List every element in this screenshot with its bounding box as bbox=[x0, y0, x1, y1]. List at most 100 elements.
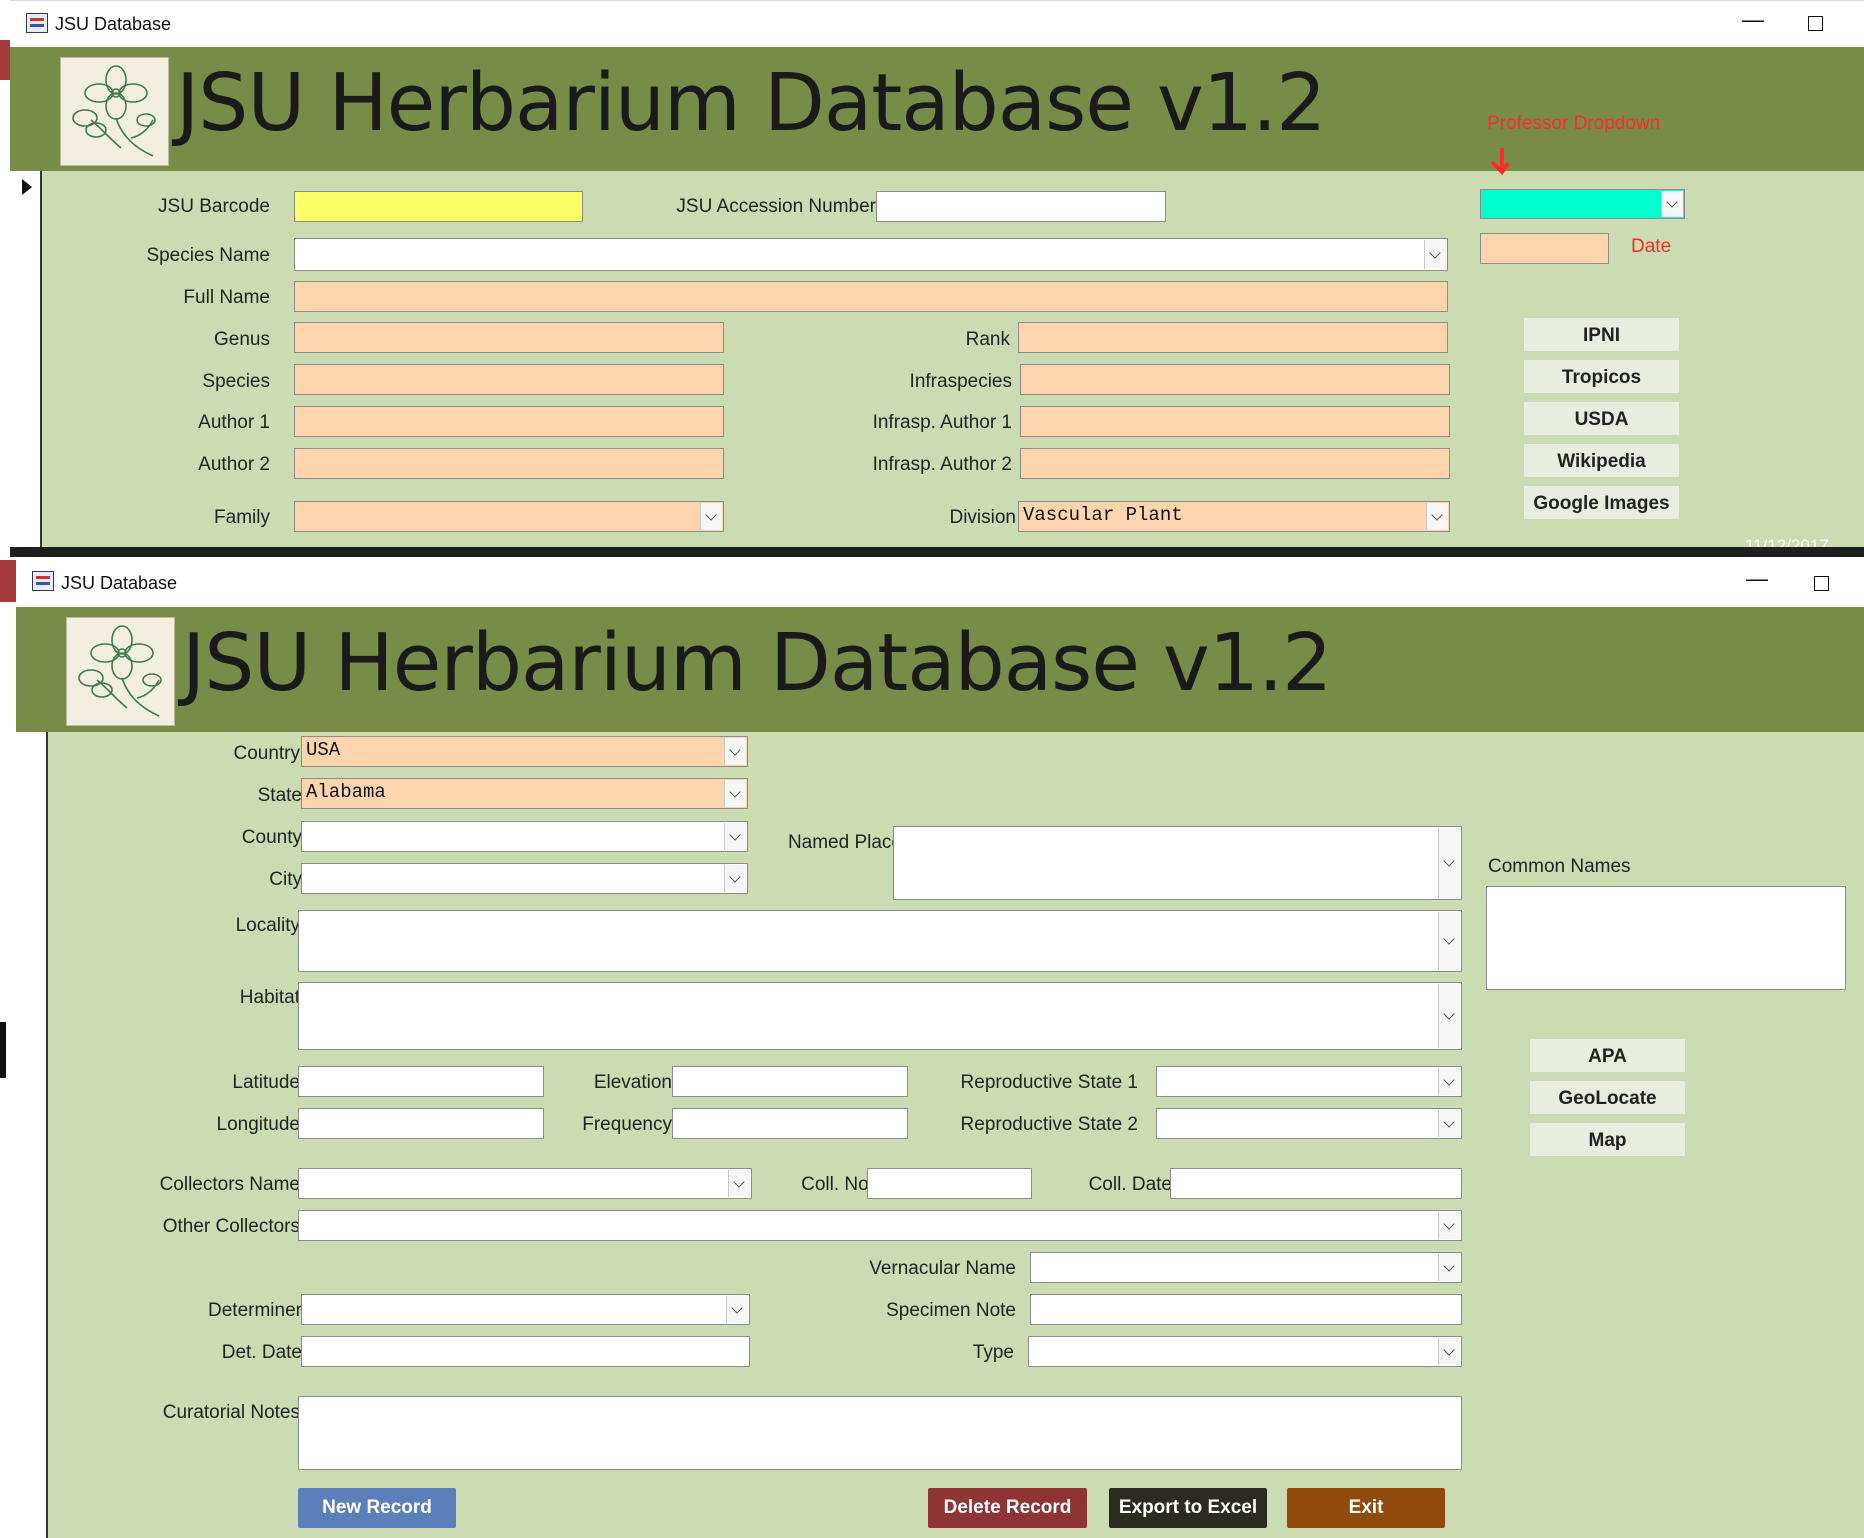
repro2-label: Reproductive State 2 bbox=[960, 1114, 1138, 1135]
division-value: Vascular Plant bbox=[1023, 504, 1183, 526]
chevron-down-icon[interactable] bbox=[724, 865, 746, 892]
author2-field[interactable] bbox=[294, 448, 724, 479]
curatorial-notes-field[interactable] bbox=[298, 1396, 1462, 1470]
maximize-button[interactable] bbox=[1808, 16, 1823, 31]
coll-date-label: Coll. Date bbox=[1088, 1174, 1172, 1195]
other-collectors-combo[interactable] bbox=[298, 1210, 1462, 1241]
collectors-name-combo[interactable] bbox=[298, 1168, 752, 1199]
specimen-note-field[interactable] bbox=[1030, 1294, 1462, 1325]
habitat-field[interactable] bbox=[298, 982, 1462, 1050]
rank-field[interactable] bbox=[1018, 322, 1448, 353]
coll-date-field[interactable] bbox=[1170, 1168, 1462, 1199]
record-selector[interactable] bbox=[10, 171, 42, 557]
professor-dropdown[interactable] bbox=[1480, 189, 1685, 219]
longitude-field[interactable] bbox=[298, 1108, 544, 1139]
named-place-field[interactable] bbox=[893, 826, 1462, 900]
infrasp-author2-field[interactable] bbox=[1020, 448, 1450, 479]
chevron-down-icon[interactable] bbox=[726, 1296, 748, 1323]
coll-no-field[interactable] bbox=[867, 1168, 1032, 1199]
minimize-button[interactable]: — bbox=[1742, 9, 1764, 31]
species-name-combo[interactable] bbox=[294, 238, 1448, 271]
elevation-field[interactable] bbox=[672, 1066, 908, 1097]
genus-field[interactable] bbox=[294, 322, 724, 353]
usda-button[interactable]: USDA bbox=[1523, 401, 1680, 436]
chevron-down-icon[interactable] bbox=[1661, 191, 1683, 217]
wikipedia-button[interactable]: Wikipedia bbox=[1523, 443, 1680, 478]
latitude-label: Latitude bbox=[232, 1072, 300, 1093]
state-combo[interactable]: Alabama bbox=[301, 778, 748, 809]
infraspecies-field[interactable] bbox=[1020, 364, 1450, 395]
app-icon bbox=[26, 13, 48, 33]
geolocate-button[interactable]: GeoLocate bbox=[1529, 1080, 1686, 1115]
chevron-down-icon[interactable] bbox=[700, 503, 722, 530]
country-combo[interactable]: USA bbox=[301, 736, 748, 767]
locality-field[interactable] bbox=[298, 910, 1462, 972]
dogwood-logo bbox=[66, 617, 175, 726]
species-name-label: Species Name bbox=[146, 245, 270, 266]
species-label: Species bbox=[202, 371, 270, 392]
division-combo[interactable]: Vascular Plant bbox=[1018, 501, 1450, 532]
chevron-down-icon[interactable] bbox=[1438, 1068, 1460, 1095]
chevron-down-icon[interactable] bbox=[1438, 1212, 1460, 1239]
window-bottom: JSU Database — JSU Herbarium Database v1… bbox=[16, 558, 1864, 1538]
common-names-field[interactable] bbox=[1486, 886, 1846, 990]
chevron-down-icon[interactable] bbox=[1438, 984, 1460, 1048]
export-excel-button[interactable]: Export to Excel bbox=[1109, 1488, 1267, 1528]
country-value: USA bbox=[306, 739, 341, 761]
map-button[interactable]: Map bbox=[1529, 1122, 1686, 1157]
chevron-down-icon[interactable] bbox=[1438, 1338, 1460, 1365]
chevron-down-icon[interactable] bbox=[724, 780, 746, 807]
other-collectors-label: Other Collectors bbox=[162, 1216, 300, 1237]
family-label: Family bbox=[214, 507, 270, 528]
header-banner: JSU Herbarium Database v1.2 bbox=[16, 607, 1864, 732]
apa-button[interactable]: APA bbox=[1529, 1038, 1686, 1073]
full-name-field[interactable] bbox=[294, 281, 1448, 312]
determiner-combo[interactable] bbox=[301, 1294, 750, 1325]
accession-label: JSU Accession Number bbox=[676, 196, 876, 217]
chevron-down-icon[interactable] bbox=[1438, 912, 1460, 970]
record-pointer-icon bbox=[22, 179, 32, 195]
author1-field[interactable] bbox=[294, 406, 724, 437]
repro2-combo[interactable] bbox=[1156, 1108, 1462, 1139]
chevron-down-icon[interactable] bbox=[724, 823, 746, 850]
frequency-field[interactable] bbox=[672, 1108, 908, 1139]
tropicos-button[interactable]: Tropicos bbox=[1523, 359, 1680, 394]
chevron-down-icon[interactable] bbox=[1438, 828, 1460, 898]
type-combo[interactable] bbox=[1028, 1336, 1462, 1367]
delete-record-button[interactable]: Delete Record bbox=[928, 1488, 1087, 1528]
repro1-combo[interactable] bbox=[1156, 1066, 1462, 1097]
det-date-field[interactable] bbox=[301, 1336, 750, 1367]
city-combo[interactable] bbox=[301, 863, 748, 894]
minimize-button[interactable]: — bbox=[1746, 568, 1768, 590]
maximize-button[interactable] bbox=[1814, 576, 1829, 591]
infrasp-author1-field[interactable] bbox=[1020, 406, 1450, 437]
locality-label: Locality bbox=[235, 915, 300, 936]
status-date: 11/12/2017 bbox=[1745, 537, 1829, 547]
chevron-down-icon[interactable] bbox=[1424, 240, 1446, 269]
page-title: JSU Herbarium Database v1.2 bbox=[182, 617, 1332, 709]
det-date-label: Det. Date bbox=[221, 1342, 302, 1363]
chevron-down-icon[interactable] bbox=[724, 738, 746, 765]
chevron-down-icon[interactable] bbox=[728, 1170, 750, 1197]
accession-field[interactable] bbox=[876, 191, 1166, 222]
barcode-field[interactable] bbox=[294, 191, 583, 222]
state-value: Alabama bbox=[306, 781, 386, 803]
app-icon bbox=[32, 571, 54, 591]
google-images-button[interactable]: Google Images bbox=[1523, 485, 1680, 520]
chevron-down-icon[interactable] bbox=[1438, 1254, 1460, 1281]
chevron-down-icon[interactable] bbox=[1438, 1110, 1460, 1137]
county-combo[interactable] bbox=[301, 821, 748, 852]
record-selector[interactable] bbox=[16, 732, 48, 1538]
latitude-field[interactable] bbox=[298, 1066, 544, 1097]
exit-button[interactable]: Exit bbox=[1287, 1488, 1445, 1528]
annotation-arrow-icon bbox=[1490, 148, 1510, 176]
background-window-edge bbox=[0, 1022, 6, 1078]
family-combo[interactable] bbox=[294, 501, 724, 532]
species-field[interactable] bbox=[294, 364, 724, 395]
chevron-down-icon[interactable] bbox=[1426, 503, 1448, 530]
new-record-button[interactable]: New Record bbox=[298, 1488, 456, 1528]
ipni-button[interactable]: IPNI bbox=[1523, 317, 1680, 352]
vernacular-combo[interactable] bbox=[1030, 1252, 1462, 1283]
date-field[interactable] bbox=[1480, 233, 1609, 264]
habitat-label: Habitat bbox=[239, 987, 300, 1008]
